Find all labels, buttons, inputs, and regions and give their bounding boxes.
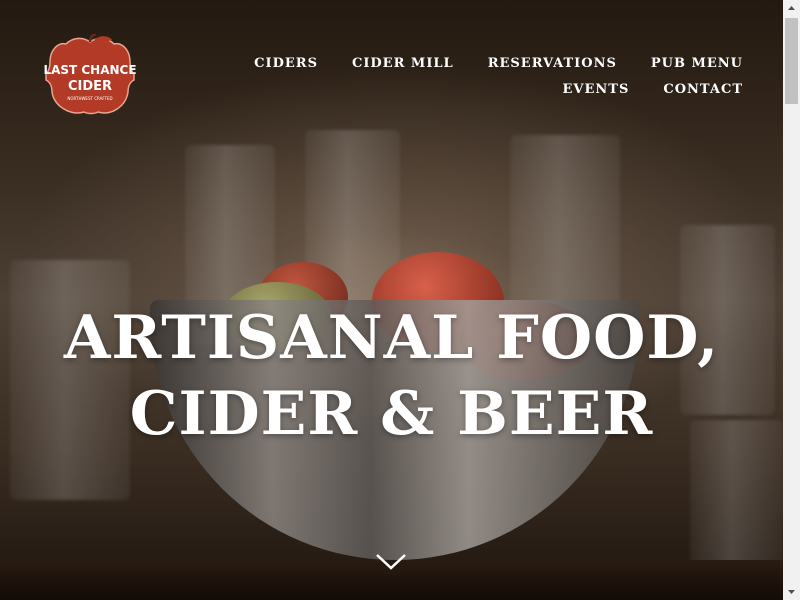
nav-row: EVENTS CONTACT: [283, 82, 743, 97]
logo-line2: CIDER: [68, 79, 112, 94]
nav-link-events[interactable]: EVENTS: [563, 82, 630, 97]
nav-link-cider-mill[interactable]: CIDER MILL: [352, 56, 454, 71]
scroll-up-arrow-icon[interactable]: [783, 0, 800, 17]
nav-link-reservations[interactable]: RESERVATIONS: [488, 56, 617, 71]
scrollbar-thumb[interactable]: [785, 18, 798, 104]
hero-background: LAST CHANCE CIDER NORTHWEST CRAFTED CIDE…: [0, 0, 783, 600]
hero-headline-line1: ARTISANAL FOOD,: [63, 303, 720, 373]
hero-headline: ARTISANAL FOOD, CIDER & BEER: [0, 300, 783, 452]
logo-line1: LAST CHANCE: [44, 63, 136, 77]
chevron-down-icon[interactable]: [374, 552, 408, 572]
nav-row: CIDERS CIDER MILL RESERVATIONS PUB MENU: [254, 56, 743, 71]
vertical-scrollbar[interactable]: [783, 0, 800, 600]
brand-logo[interactable]: LAST CHANCE CIDER NORTHWEST CRAFTED: [44, 34, 136, 116]
main-nav: CIDERS CIDER MILL RESERVATIONS PUB MENU …: [254, 56, 743, 108]
logo-tagline: NORTHWEST CRAFTED: [67, 96, 112, 101]
nav-link-ciders[interactable]: CIDERS: [254, 56, 318, 71]
hero-headline-line2: CIDER & BEER: [129, 379, 654, 449]
scroll-down-arrow-icon[interactable]: [783, 583, 800, 600]
nav-link-contact[interactable]: CONTACT: [663, 82, 743, 97]
nav-link-pub-menu[interactable]: PUB MENU: [651, 56, 743, 71]
